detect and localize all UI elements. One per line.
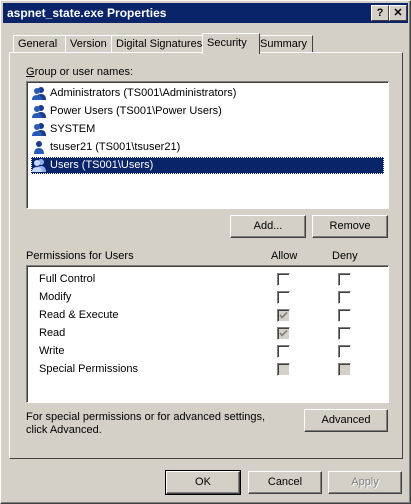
allow-header: Allow [271, 250, 298, 262]
properties-window: aspnet_state.exe Properties ? ✕ General … [0, 0, 411, 504]
tab-version[interactable]: Version [65, 35, 117, 53]
tab-summary[interactable]: Summary [255, 35, 313, 53]
permission-name: Modify [39, 291, 72, 303]
group-icon [32, 105, 46, 119]
allow-checkbox-special[interactable] [277, 363, 290, 376]
allow-checkbox-read-execute[interactable] [277, 309, 290, 322]
permission-name: Special Permissions [39, 363, 139, 375]
group-user-label-text: roup or user names: [34, 66, 133, 78]
list-item-selected[interactable]: Users (TS001\Users) [31, 157, 384, 174]
permission-name: Read & Execute [39, 309, 119, 321]
security-panel: Group or user names: Administrators (TS0… [9, 52, 403, 459]
permission-name: Write [39, 345, 65, 357]
tab-security[interactable]: Security [202, 33, 260, 54]
list-item[interactable]: SYSTEM [31, 121, 384, 138]
group-user-label: Group or user names: [26, 66, 133, 78]
list-item-label: SYSTEM [50, 123, 96, 135]
help-button[interactable]: ? [371, 5, 389, 21]
allow-checkbox-read[interactable] [277, 327, 290, 340]
group-icon [32, 87, 46, 101]
add-button[interactable]: Add... [230, 215, 306, 238]
advanced-hint-line2: click Advanced. [26, 424, 102, 436]
tab-general[interactable]: General [13, 35, 67, 53]
window-title: aspnet_state.exe Properties [7, 6, 167, 20]
permission-name: Full Control [39, 273, 96, 285]
user-icon [34, 141, 44, 155]
remove-button[interactable]: Remove [312, 215, 388, 238]
title-bar[interactable]: aspnet_state.exe Properties ? ✕ [3, 3, 408, 23]
list-item-label: Power Users (TS001\Power Users) [50, 105, 222, 117]
permissions-list: Full Control Modify Read & Execute Read … [26, 265, 389, 403]
cancel-button[interactable]: Cancel [248, 471, 322, 494]
allow-checkbox-write[interactable] [277, 345, 290, 358]
deny-checkbox-read[interactable] [338, 327, 351, 340]
group-icon [32, 159, 46, 173]
ok-button[interactable]: OK [165, 470, 241, 495]
allow-checkbox-full-control[interactable] [277, 273, 290, 286]
permissions-label: Permissions for Users [26, 250, 134, 262]
permission-name: Read [39, 327, 66, 339]
deny-checkbox-read-execute[interactable] [338, 309, 351, 322]
users-listbox[interactable]: Administrators (TS001\Administrators) Po… [26, 81, 389, 209]
advanced-hint-line1: For special permissions or for advanced … [26, 411, 266, 423]
close-button[interactable]: ✕ [389, 5, 407, 21]
deny-checkbox-special[interactable] [338, 363, 351, 376]
list-item[interactable]: Administrators (TS001\Administrators) [31, 85, 384, 102]
checkmark-icon [279, 311, 288, 319]
list-item-label: Users (TS001\Users) [50, 159, 154, 171]
deny-checkbox-write[interactable] [338, 345, 351, 358]
deny-header: Deny [332, 250, 358, 262]
deny-checkbox-full-control[interactable] [338, 273, 351, 286]
apply-button[interactable]: Apply [328, 471, 402, 494]
list-item[interactable]: tsuser21 (TS001\tsuser21) [31, 139, 384, 156]
allow-checkbox-modify[interactable] [277, 291, 290, 304]
list-item-label: Administrators (TS001\Administrators) [50, 87, 237, 99]
deny-checkbox-modify[interactable] [338, 291, 351, 304]
list-item-label: tsuser21 (TS001\tsuser21) [50, 141, 181, 153]
list-item[interactable]: Power Users (TS001\Power Users) [31, 103, 384, 120]
advanced-button[interactable]: Advanced [304, 409, 388, 432]
group-icon [32, 123, 46, 137]
tab-digital-signatures[interactable]: Digital Signatures [111, 35, 207, 53]
checkmark-icon [279, 329, 288, 337]
